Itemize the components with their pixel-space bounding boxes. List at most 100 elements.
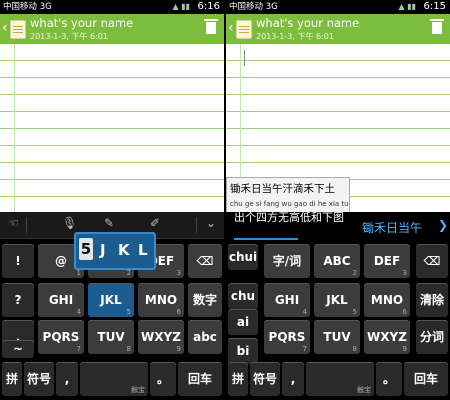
popup-char[interactable]: L bbox=[138, 241, 148, 259]
hand-icon[interactable]: ☜ bbox=[8, 216, 19, 230]
candidate-second[interactable]: 锄禾日当午 bbox=[362, 219, 422, 236]
key-label: 拼 bbox=[231, 372, 244, 386]
back-icon[interactable]: ‹ bbox=[2, 20, 8, 36]
key[interactable]: ? bbox=[2, 283, 34, 317]
key[interactable]: 字/词 bbox=[264, 244, 310, 278]
key-label: 回车 bbox=[187, 372, 212, 386]
key[interactable]: abc bbox=[188, 320, 222, 354]
key[interactable]: ~ bbox=[2, 340, 34, 358]
key[interactable]: 清除 bbox=[416, 283, 448, 317]
key[interactable]: MNO 6 bbox=[364, 283, 410, 317]
key[interactable]: chui bbox=[228, 244, 258, 270]
key[interactable]: WXYZ 9 bbox=[138, 320, 184, 354]
key[interactable]: 触宝 bbox=[306, 362, 374, 396]
key[interactable]: 数字 bbox=[188, 283, 222, 317]
back-icon[interactable]: ‹ bbox=[228, 20, 234, 36]
key[interactable]: WXYZ 9 bbox=[364, 320, 410, 354]
notepad-icon bbox=[236, 20, 252, 39]
candidate-underline bbox=[234, 238, 298, 240]
candidate-bar: 出个四方无高低和下图 锄禾日当午 ❯ bbox=[226, 212, 450, 240]
right-screen: 中国移动 3G ▲ ▮▮ 6:15 ‹ what's your name 201… bbox=[226, 0, 450, 400]
key[interactable]: 触宝 bbox=[80, 362, 148, 396]
key[interactable]: PQRS 7 bbox=[38, 320, 84, 354]
key[interactable]: DEF 3 bbox=[364, 244, 410, 278]
trash-icon[interactable] bbox=[430, 19, 444, 34]
key-label: 。 bbox=[382, 372, 395, 386]
key-sublabel: 触宝 bbox=[131, 386, 145, 394]
key-label: ⌫ bbox=[196, 254, 214, 268]
key[interactable]: GHI 4 bbox=[264, 283, 310, 317]
key[interactable]: bi bbox=[228, 338, 258, 364]
note-timestamp: 2013-1-3, 下午 6:01 bbox=[30, 32, 108, 41]
key[interactable]: ai bbox=[228, 309, 258, 335]
key-label: ! bbox=[15, 254, 21, 268]
key-sublabel: 7 bbox=[76, 345, 81, 353]
key[interactable]: 回车 bbox=[404, 362, 448, 396]
carrier-label: 中国移动 3G bbox=[229, 2, 278, 12]
key[interactable]: MNO 6 bbox=[138, 283, 184, 317]
key[interactable]: ABC2 bbox=[314, 244, 360, 278]
popup-char[interactable]: 5 bbox=[79, 238, 93, 260]
key-label: 拼 bbox=[5, 372, 18, 386]
key[interactable]: 拼 bbox=[228, 362, 248, 396]
key-sublabel: 5 bbox=[126, 308, 131, 316]
text-cursor bbox=[244, 50, 245, 66]
key[interactable]: PQRS 7 bbox=[264, 320, 310, 354]
key[interactable]: 分词 bbox=[416, 320, 448, 354]
divider bbox=[196, 217, 197, 233]
composition-text: 锄禾日当午汗滴禾下土 bbox=[230, 183, 335, 195]
key[interactable]: 。 bbox=[150, 362, 176, 396]
pencil-icon[interactable]: ✎ bbox=[104, 216, 114, 230]
key-sublabel: 3 bbox=[402, 269, 407, 277]
key-sublabel: 9 bbox=[402, 345, 407, 353]
key-sublabel: 7 bbox=[302, 345, 307, 353]
key-label: ? bbox=[14, 293, 22, 307]
key[interactable]: JKL 5 bbox=[314, 283, 360, 317]
key[interactable]: GHI 4 bbox=[38, 283, 84, 317]
key[interactable]: chu bbox=[228, 283, 258, 309]
key-sublabel: 1 bbox=[76, 269, 81, 277]
key[interactable]: ⌫ bbox=[188, 244, 222, 278]
popup-char[interactable]: J bbox=[100, 241, 106, 259]
note-title-bar[interactable]: ‹ what's your name 2013-1-3, 下午 6:01 bbox=[0, 14, 224, 44]
clock: 6:15 bbox=[423, 1, 446, 12]
key-label: ⌫ bbox=[423, 254, 441, 268]
chevron-right-icon[interactable]: ❯ bbox=[438, 218, 448, 232]
note-body[interactable] bbox=[0, 44, 224, 212]
key-label: 。 bbox=[156, 372, 169, 386]
key-sublabel: 8 bbox=[126, 345, 131, 353]
key[interactable]: 回车 bbox=[178, 362, 222, 396]
key-sublabel: 5 bbox=[352, 308, 357, 316]
key[interactable]: , bbox=[56, 362, 78, 396]
note-title-bar[interactable]: ‹ what's your name 2013-1-3, 下午 6:01 bbox=[226, 14, 450, 44]
key[interactable]: JKL 5 bbox=[88, 283, 134, 317]
candidate-first[interactable]: 出个四方无高低和下图 bbox=[234, 212, 354, 224]
key-label: 分词 bbox=[419, 330, 444, 344]
key[interactable]: , bbox=[282, 362, 304, 396]
key[interactable]: 符号 bbox=[250, 362, 280, 396]
key[interactable]: 。 bbox=[376, 362, 402, 396]
key[interactable]: TUV 8 bbox=[88, 320, 134, 354]
trash-icon[interactable] bbox=[204, 19, 218, 34]
brush-icon[interactable]: ✐ bbox=[150, 216, 160, 230]
key-label: 数字 bbox=[192, 293, 217, 307]
key-label: ai bbox=[236, 315, 250, 329]
key[interactable]: TUV 8 bbox=[314, 320, 360, 354]
key-label: 清除 bbox=[419, 293, 444, 307]
key-sublabel: 6 bbox=[402, 308, 407, 316]
key-label: 回车 bbox=[413, 372, 438, 386]
popup-char[interactable]: K bbox=[118, 241, 130, 259]
composition-pinyin: chu ge si fang wu gao di he xia tu bbox=[230, 200, 349, 208]
key[interactable]: ! bbox=[2, 244, 34, 278]
key[interactable]: 符号 bbox=[24, 362, 54, 396]
key-sublabel: 4 bbox=[76, 308, 81, 316]
chevron-down-icon[interactable]: ⌄ bbox=[206, 216, 216, 230]
key[interactable]: ⌫ bbox=[416, 244, 448, 278]
carrier-label: 中国移动 3G bbox=[3, 2, 52, 12]
key-label: chu bbox=[230, 289, 256, 303]
key[interactable]: 拼 bbox=[2, 362, 22, 396]
key-sublabel: 2 bbox=[352, 269, 357, 277]
key-sublabel: 8 bbox=[352, 345, 357, 353]
clock: 6:16 bbox=[197, 1, 220, 12]
microphone-icon[interactable]: 🎙 bbox=[62, 216, 77, 230]
